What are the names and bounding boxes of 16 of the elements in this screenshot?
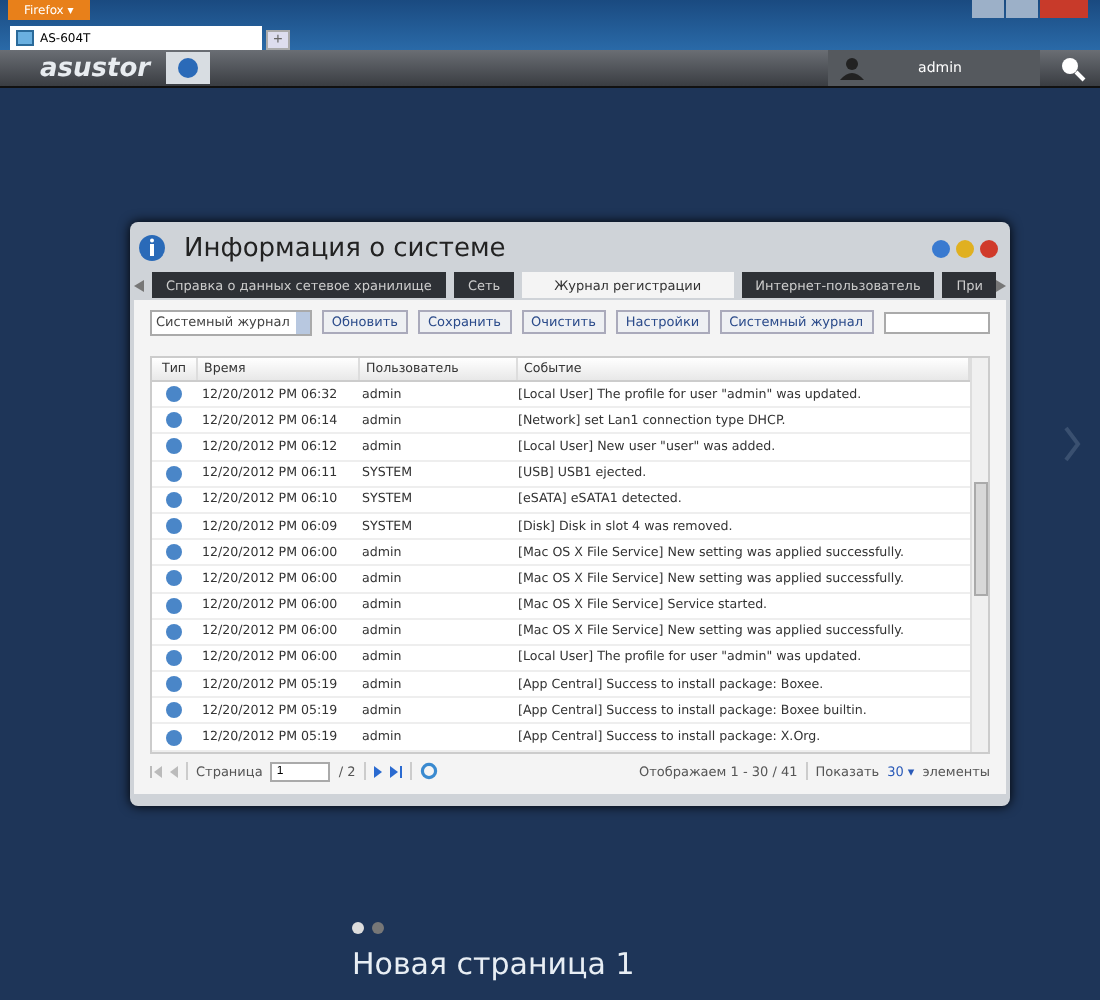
previous-page-icon[interactable] — [170, 765, 178, 778]
page-icon — [16, 30, 34, 46]
next-page-icon[interactable] — [373, 765, 382, 778]
user-icon — [840, 56, 864, 80]
scroll-left-icon[interactable] — [134, 279, 144, 291]
page-title: Новая страница 1 — [352, 945, 635, 982]
search-icon[interactable] — [1056, 52, 1088, 84]
page-dot[interactable] — [352, 921, 364, 934]
page-dot[interactable] — [372, 921, 384, 934]
new-tab-button[interactable]: + — [266, 30, 290, 50]
last-page-icon[interactable] — [389, 765, 402, 778]
logo: asustor — [40, 53, 151, 83]
window-title: Информация о системе — [184, 233, 506, 263]
first-page-icon[interactable] — [150, 765, 162, 778]
scrollbar[interactable] — [970, 358, 988, 752]
search-field[interactable] — [883, 311, 990, 333]
